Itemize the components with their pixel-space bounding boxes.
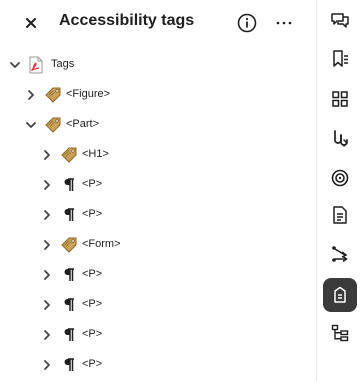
chevron-down-icon[interactable] — [8, 58, 22, 72]
tree-item[interactable]: <H1> — [0, 140, 316, 170]
tree-item-label: <Part> — [66, 118, 100, 130]
document-properties-icon[interactable] — [323, 198, 357, 232]
tree-item-label: <Form> — [82, 238, 121, 250]
chevron-right-icon[interactable] — [40, 148, 54, 162]
paragraph-icon — [60, 326, 78, 344]
chevron-right-icon[interactable] — [40, 268, 54, 282]
chevron-right-icon[interactable] — [40, 298, 54, 312]
tree-item-label: <P> — [82, 268, 103, 280]
attachments-icon[interactable] — [323, 121, 357, 155]
thumbnails-icon[interactable] — [323, 82, 357, 116]
tree-item[interactable]: <P> — [0, 320, 316, 350]
paragraph-icon — [60, 176, 78, 194]
paragraph-icon — [60, 206, 78, 224]
tag-icon — [44, 116, 62, 134]
order-icon[interactable] — [323, 237, 357, 271]
accessibility-tags-icon[interactable] — [323, 278, 357, 312]
bookmarks-icon[interactable] — [323, 42, 357, 76]
tag-icon — [44, 86, 62, 104]
tree-item[interactable]: <Form> — [0, 230, 316, 260]
close-icon[interactable] — [22, 14, 40, 32]
chevron-right-icon[interactable] — [40, 358, 54, 372]
tree-item[interactable]: <Part> — [0, 110, 316, 140]
paragraph-icon — [60, 266, 78, 284]
tree-item-label: <P> — [82, 358, 103, 370]
chevron-right-icon[interactable] — [40, 238, 54, 252]
panel-header: Accessibility tags — [0, 0, 316, 46]
tree-item[interactable]: <Figure> — [0, 80, 316, 110]
tree-item[interactable]: <P> — [0, 260, 316, 290]
tag-icon — [60, 236, 78, 254]
more-options-icon[interactable] — [273, 12, 295, 34]
tree-item-root[interactable]: Tags — [0, 50, 316, 80]
paragraph-icon — [60, 356, 78, 374]
tree-item-label: <P> — [82, 298, 103, 310]
tree-item[interactable]: <P> — [0, 290, 316, 320]
tree-item-label: <P> — [82, 328, 103, 340]
right-rail — [317, 0, 363, 381]
tree-item[interactable]: <P> — [0, 350, 316, 380]
tree-item-label: <P> — [82, 178, 103, 190]
panel-title: Accessibility tags — [59, 12, 195, 29]
tag-icon — [60, 146, 78, 164]
comments-icon[interactable] — [323, 4, 357, 38]
chevron-right-icon[interactable] — [40, 178, 54, 192]
layers-icon[interactable] — [323, 161, 357, 195]
chevron-right-icon[interactable] — [24, 88, 38, 102]
tree-item-label: <Figure> — [66, 88, 111, 100]
tree-item-label: <P> — [82, 208, 103, 220]
tree-item[interactable]: <P> — [0, 170, 316, 200]
tree-item-label: <H1> — [82, 148, 109, 160]
paragraph-icon — [60, 296, 78, 314]
tree-item-label: Tags — [51, 58, 75, 70]
pdf-file-icon — [27, 56, 45, 74]
chevron-right-icon[interactable] — [40, 328, 54, 342]
tree-item[interactable]: <P> — [0, 200, 316, 230]
content-structure-icon[interactable] — [323, 316, 357, 350]
chevron-right-icon[interactable] — [40, 208, 54, 222]
chevron-down-icon[interactable] — [24, 118, 38, 132]
info-icon[interactable] — [236, 12, 258, 34]
